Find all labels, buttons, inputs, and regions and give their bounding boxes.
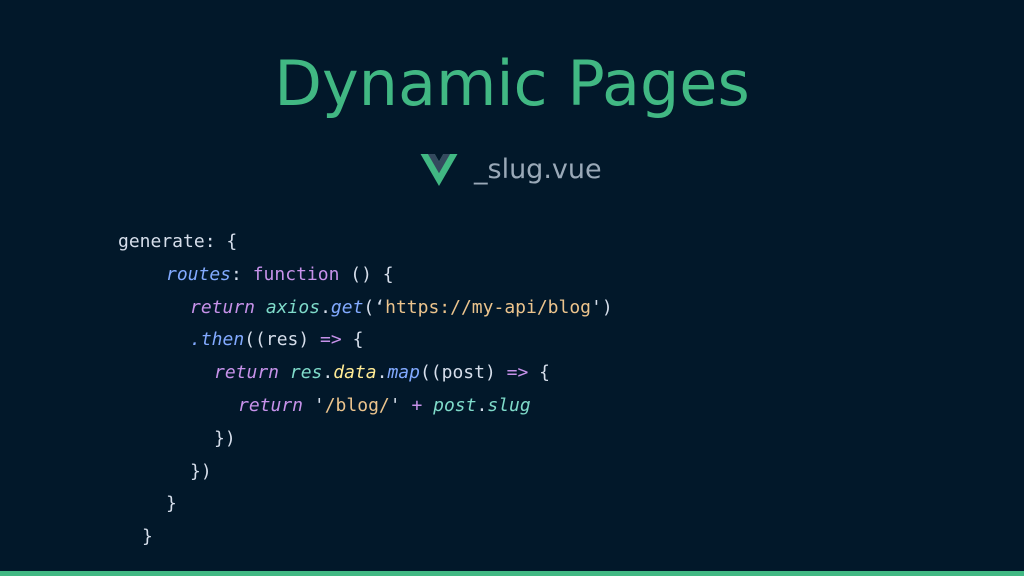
code-token: ') xyxy=(591,296,613,318)
code-token: function xyxy=(252,263,340,285)
slide: Dynamic Pages _slug.vue generate: { route… xyxy=(0,0,1024,576)
code-token: }) xyxy=(214,427,236,449)
code-token: . xyxy=(376,362,388,384)
code-token: .then xyxy=(190,329,245,351)
code-token: slug xyxy=(487,394,531,416)
code-token: + xyxy=(411,394,423,416)
code-token: axios xyxy=(265,296,321,318)
slide-title: Dynamic Pages xyxy=(274,47,750,120)
code-token: : xyxy=(231,263,253,285)
code-token: return xyxy=(190,296,256,318)
code-token: ((res) xyxy=(244,329,321,351)
code-token: return xyxy=(238,394,304,416)
code-line: }) xyxy=(118,423,613,456)
code-token: => xyxy=(320,329,342,351)
code-token: { xyxy=(341,329,364,351)
code-token: data xyxy=(333,362,377,384)
code-line: routes: function () { xyxy=(118,259,613,292)
code-token: . xyxy=(476,394,488,416)
code-token: ' xyxy=(389,394,412,416)
code-token: res xyxy=(289,362,323,384)
code-line: return axios.get(‘https://my-api/blog') xyxy=(118,292,613,325)
code-token: ' xyxy=(303,394,325,416)
code-token: () { xyxy=(339,263,394,285)
file-name: _slug.vue xyxy=(474,154,602,185)
code-token: => xyxy=(506,362,529,384)
code-line: .then((res) => { xyxy=(118,324,613,357)
code-line: return res.data.map((post) => { xyxy=(118,357,613,390)
code-token: ((post) xyxy=(419,362,507,384)
vue-logo-icon xyxy=(420,154,458,186)
bottom-accent-bar xyxy=(0,571,1024,576)
code-token: https://my-api/blog xyxy=(385,296,592,318)
code-token: } xyxy=(166,493,177,515)
code-line: return '/blog/' + post.slug xyxy=(118,390,613,423)
code-token: . xyxy=(320,296,331,318)
file-label: _slug.vue xyxy=(420,150,602,190)
code-block: generate: {routes: function () {return a… xyxy=(118,226,613,554)
code-line: }) xyxy=(118,456,613,489)
code-token: . xyxy=(322,362,334,384)
code-line: } xyxy=(118,521,613,554)
code-token: return xyxy=(214,362,280,384)
code-token: post xyxy=(433,394,477,416)
code-token: get xyxy=(330,296,364,318)
code-line: generate: { xyxy=(118,226,613,259)
code-token: }) xyxy=(190,460,212,482)
code-line: } xyxy=(118,488,613,521)
code-token: routes xyxy=(166,263,232,285)
code-token: { xyxy=(528,362,551,384)
code-token: generate: { xyxy=(118,231,238,252)
code-token: (‘ xyxy=(363,296,386,318)
code-token: } xyxy=(142,526,153,548)
code-token: /blog/ xyxy=(324,394,390,416)
code-token: map xyxy=(387,362,420,384)
